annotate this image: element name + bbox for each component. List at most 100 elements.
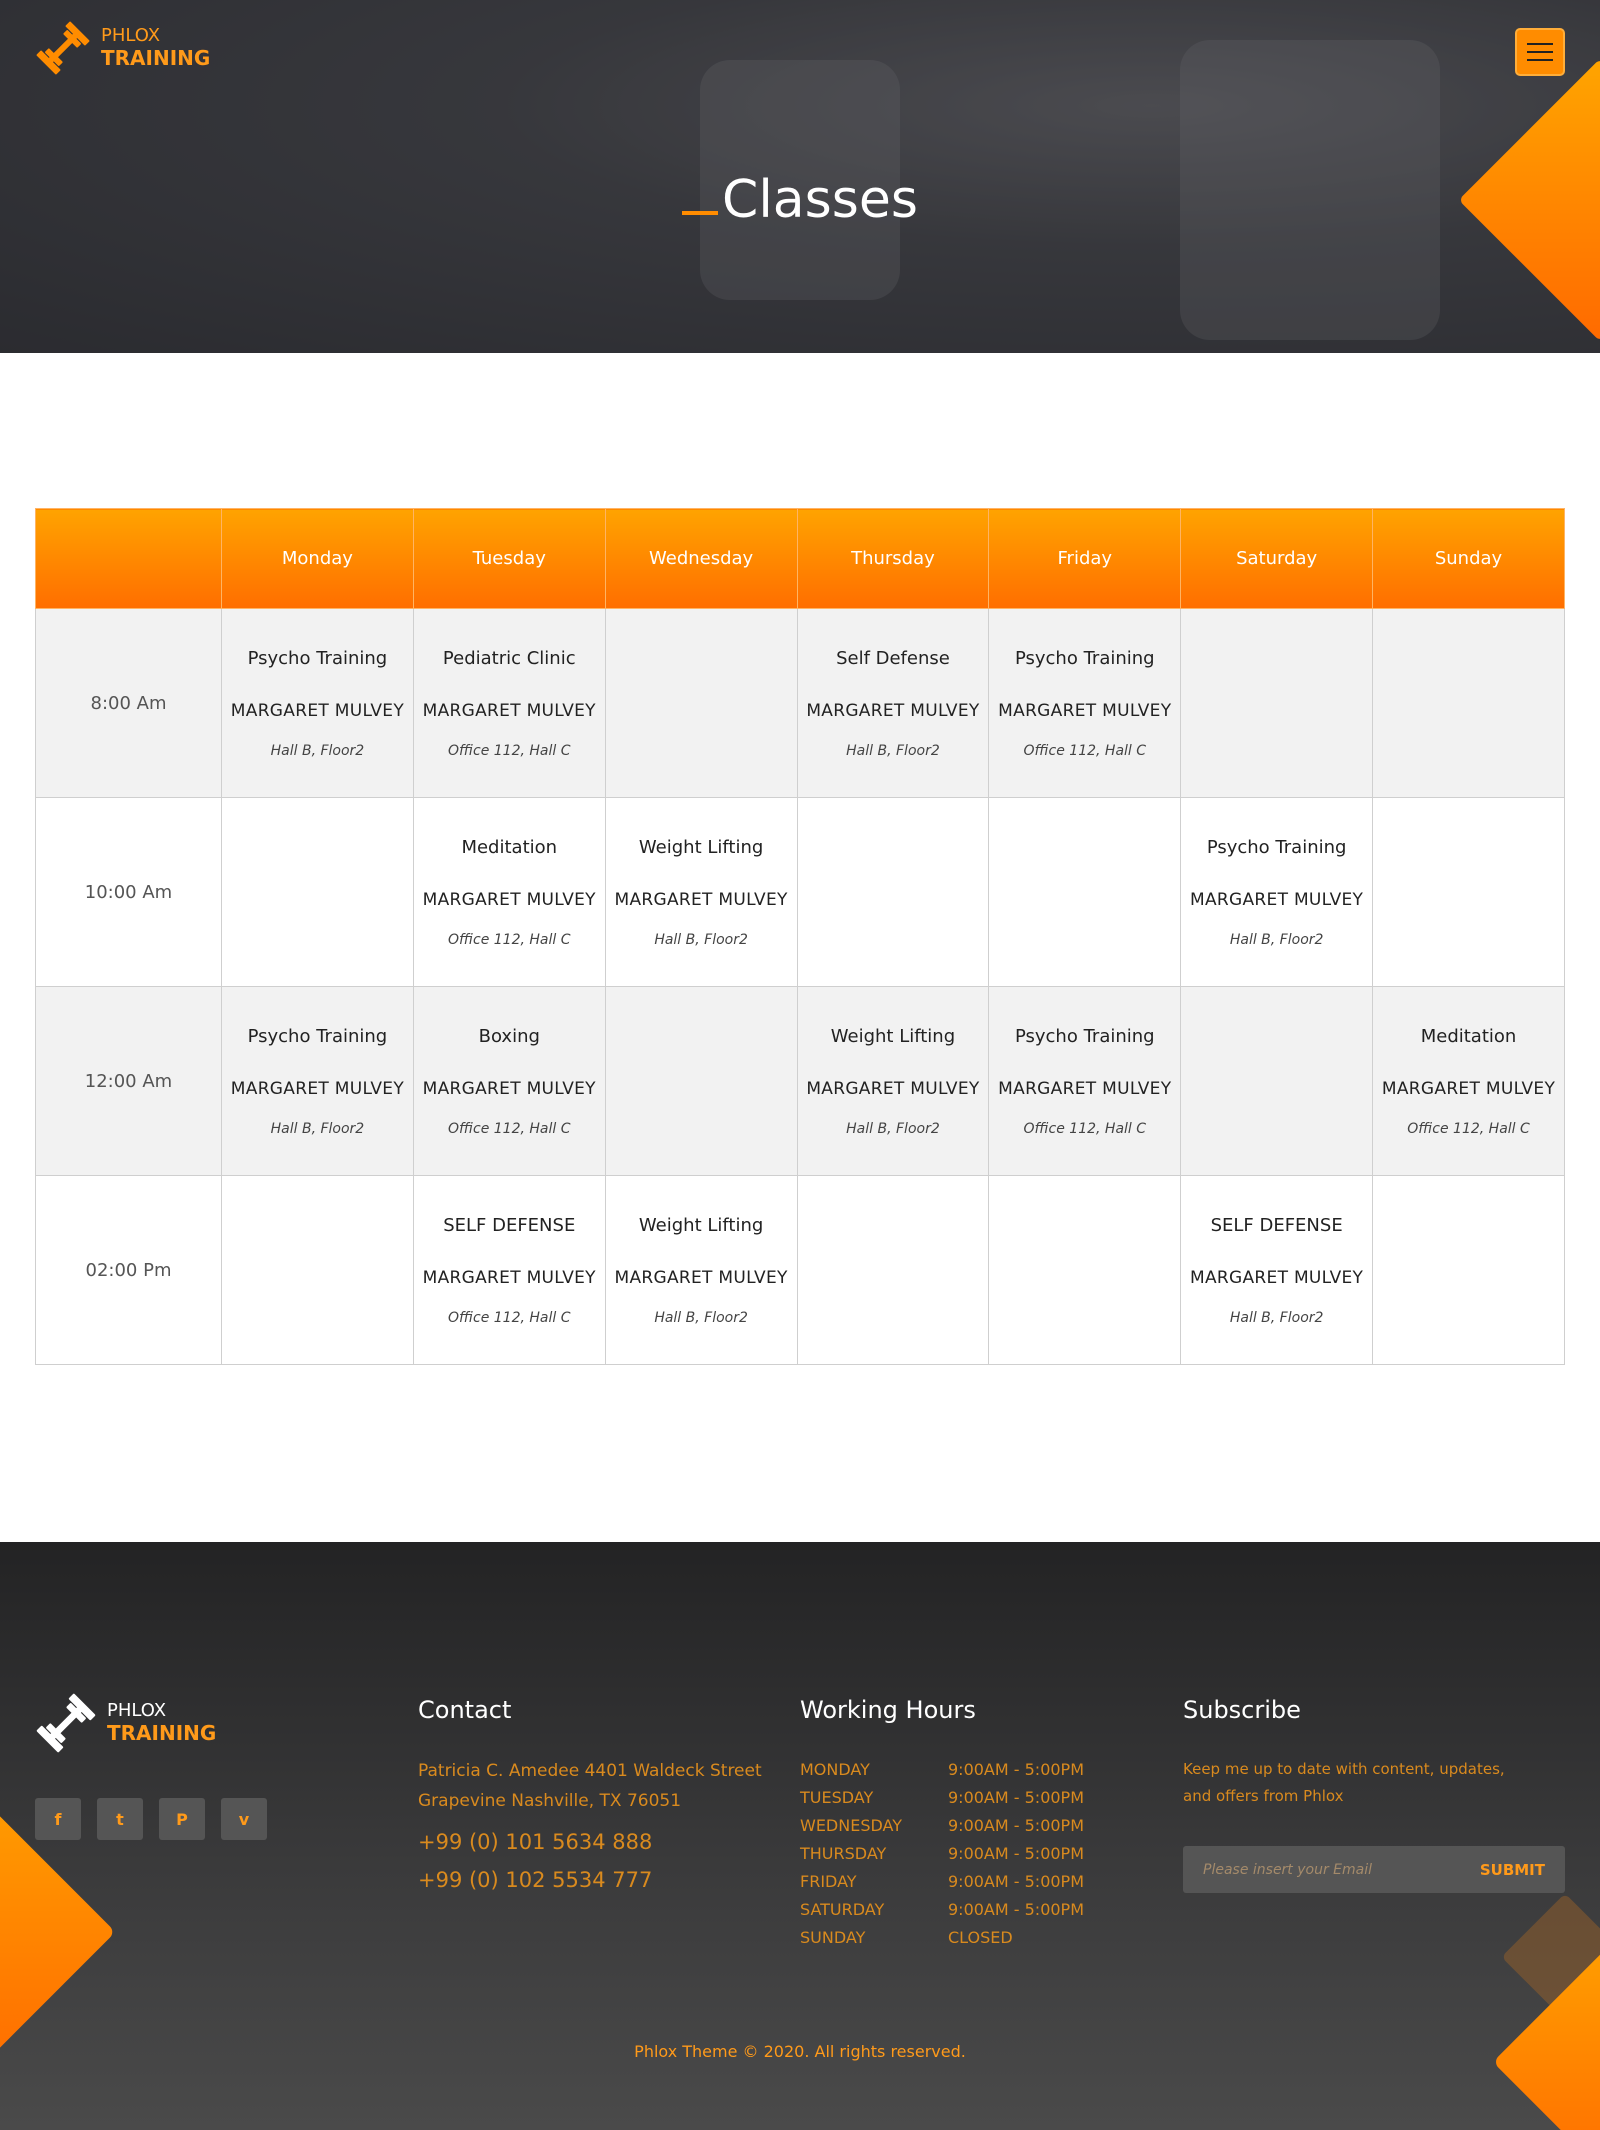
class-trainer: MARGARET MULVEY: [422, 889, 596, 910]
logo-line2: TRAINING: [101, 45, 211, 70]
class-title: Meditation: [461, 836, 558, 858]
empty-cell: [604, 608, 798, 798]
schedule-header-row: Monday Tuesday Wednesday Thursday Friday…: [35, 508, 1565, 609]
class-room: Hall B, Floor2: [846, 1120, 940, 1137]
twitter-icon[interactable]: t: [97, 1798, 143, 1840]
class-trainer: MARGARET MULVEY: [1381, 1078, 1556, 1099]
class-cell[interactable]: Weight Lifting MARGARET MULVEY Hall B, Flo…: [604, 797, 798, 987]
class-room: Hall B, Floor2: [270, 1120, 365, 1137]
class-title: Psycho Training: [1014, 1025, 1155, 1047]
time-slot: 8:00 Am: [35, 608, 222, 798]
subscribe-section: Subscribe Keep me up to date with conten…: [1183, 1696, 1568, 1893]
vimeo-icon[interactable]: v: [221, 1798, 267, 1840]
empty-cell: [988, 797, 1182, 987]
day-header: Tuesday: [412, 508, 606, 609]
empty-cell: [796, 1175, 990, 1365]
class-title: Weight Lifting: [830, 1025, 956, 1047]
subscribe-text-line: Keep me up to date with content, updates…: [1183, 1760, 1505, 1778]
subscribe-heading: Subscribe: [1183, 1696, 1301, 1724]
phone-link[interactable]: +99 (0) 101 5634 888: [418, 1830, 778, 1854]
dumbbell-icon: [35, 1692, 97, 1754]
class-room: Hall B, Floor2: [846, 742, 940, 759]
working-hours-section: Working Hours MONDAY 9:00AM - 5:00PM TUESD…: [800, 1696, 1120, 1952]
class-room: Hall B, Floor2: [1229, 1309, 1324, 1326]
empty-cell: [988, 1175, 1182, 1365]
class-title: SELF DEFENSE: [1210, 1214, 1343, 1236]
empty-cell: [221, 1175, 414, 1365]
time-slot: 10:00 Am: [35, 797, 222, 987]
empty-cell: [1180, 608, 1374, 798]
class-trainer: MARGARET MULVEY: [230, 1078, 405, 1099]
class-title: Pediatric Clinic: [442, 647, 576, 669]
contact-section: Contact Patricia C. Amedee 4401 Waldeck …: [418, 1696, 778, 1892]
class-cell[interactable]: Meditation MARGARET MULVEY Office 112, Hal…: [1372, 986, 1565, 1176]
facebook-icon[interactable]: f: [35, 1798, 81, 1840]
submit-button[interactable]: SUBMIT: [1480, 1861, 1545, 1879]
class-cell[interactable]: Psycho Training MARGARET MULVEY Hall B, Fl…: [221, 986, 414, 1176]
hours-day: SATURDAY: [800, 1900, 885, 1919]
site-logo[interactable]: PHLOX TRAINING: [35, 20, 210, 76]
day-header: Saturday: [1180, 508, 1374, 609]
logo-line1: PHLOX: [107, 1700, 167, 1722]
social-links: f t P v: [35, 1798, 267, 1840]
logo-line1: PHLOX: [101, 25, 161, 47]
class-room: Office 112, Hall C: [448, 742, 571, 759]
class-title: Psycho Training: [247, 1025, 388, 1047]
logo-line2: TRAINING: [107, 1720, 217, 1745]
class-title: Psycho Training: [1014, 647, 1155, 669]
hamburger-menu-button[interactable]: [1515, 28, 1565, 76]
class-trainer: MARGARET MULVEY: [806, 1078, 980, 1099]
phone-link[interactable]: +99 (0) 102 5534 777: [418, 1868, 778, 1892]
title-dash: [682, 211, 719, 215]
dumbbell-icon: [35, 20, 91, 76]
working-hours-heading: Working Hours: [800, 1696, 976, 1724]
class-cell[interactable]: Weight Lifting MARGARET MULVEY Hall B, Flo…: [604, 1175, 798, 1365]
class-title: Weight Lifting: [638, 836, 764, 858]
menu-icon-bar: [1527, 43, 1553, 45]
hours-row: SUNDAY CLOSED: [800, 1924, 1120, 1952]
hours-time: CLOSED: [948, 1928, 1013, 1947]
class-cell[interactable]: Psycho Training MARGARET MULVEY Hall B, Fl…: [221, 608, 414, 798]
class-title: Psycho Training: [247, 647, 388, 669]
class-cell[interactable]: Psycho Training MARGARET MULVEY Office 112…: [988, 986, 1182, 1176]
footer-logo[interactable]: PHLOX TRAINING: [35, 1692, 216, 1754]
subscribe-description: Keep me up to date with content, updates…: [1183, 1756, 1523, 1810]
schedule-body: 8:00 Am Psycho Training MARGARET MULVEY Hal…: [35, 608, 1565, 1365]
class-cell[interactable]: SELF DEFENSE MARGARET MULVEY Hall B, Floor…: [1180, 1175, 1374, 1365]
class-cell[interactable]: Pediatric Clinic MARGARET MULVEY Office 11…: [412, 608, 606, 798]
class-trainer: MARGARET MULVEY: [998, 700, 1172, 721]
day-header: Thursday: [796, 508, 990, 609]
class-cell[interactable]: Boxing MARGARET MULVEY Office 112, Hall C: [412, 986, 606, 1176]
class-room: Office 112, Hall C: [1023, 742, 1147, 759]
page-hero: PHLOX TRAINING Classes: [0, 0, 1600, 353]
hours-time: 9:00AM - 5:00PM: [948, 1900, 1085, 1919]
address-line: Patricia C. Amedee 4401 Waldeck Street: [418, 1761, 762, 1781]
class-cell[interactable]: Weight Lifting MARGARET MULVEY Hall B, Flo…: [796, 986, 990, 1176]
class-cell[interactable]: Psycho Training MARGARET MULVEY Hall B, Fl…: [1180, 797, 1374, 987]
class-cell[interactable]: Psycho Training MARGARET MULVEY Office 112…: [988, 608, 1182, 798]
empty-cell: [1372, 1175, 1565, 1365]
page-title-text: Classes: [722, 170, 918, 230]
email-input[interactable]: [1203, 1861, 1453, 1878]
class-room: Hall B, Floor2: [654, 1309, 748, 1326]
menu-icon-bar: [1527, 59, 1553, 61]
schedule-row: 8:00 Am Psycho Training MARGARET MULVEY Hal…: [35, 608, 1565, 798]
class-room: Hall B, Floor2: [270, 742, 365, 759]
class-cell[interactable]: SELF DEFENSE MARGARET MULVEY Office 112, H…: [412, 1175, 606, 1365]
schedule-corner-cell: [35, 508, 222, 609]
copyright-text: Phlox Theme © 2020. All rights reserved.: [634, 2042, 966, 2061]
pinterest-icon[interactable]: P: [159, 1798, 205, 1840]
class-trainer: MARGARET MULVEY: [614, 1267, 788, 1288]
contact-address: Patricia C. Amedee 4401 Waldeck Street G…: [418, 1756, 778, 1816]
schedule-row: 10:00 Am Meditation MARGARET MULVEY Office …: [35, 797, 1565, 987]
hours-time: 9:00AM - 5:00PM: [948, 1844, 1085, 1863]
class-cell[interactable]: Self Defense MARGARET MULVEY Hall B, Floor…: [796, 608, 990, 798]
class-trainer: MARGARET MULVEY: [422, 1267, 596, 1288]
class-schedule-table: Monday Tuesday Wednesday Thursday Friday…: [35, 508, 1565, 1365]
class-cell[interactable]: Meditation MARGARET MULVEY Office 112, Hal…: [412, 797, 606, 987]
hours-day: WEDNESDAY: [800, 1816, 902, 1835]
hours-row: MONDAY 9:00AM - 5:00PM: [800, 1756, 1120, 1784]
hours-row: THURSDAY 9:00AM - 5:00PM: [800, 1840, 1120, 1868]
time-slot: 02:00 Pm: [35, 1175, 222, 1365]
site-footer: PHLOX TRAINING f t P v Contact Patricia …: [0, 1542, 1600, 2130]
